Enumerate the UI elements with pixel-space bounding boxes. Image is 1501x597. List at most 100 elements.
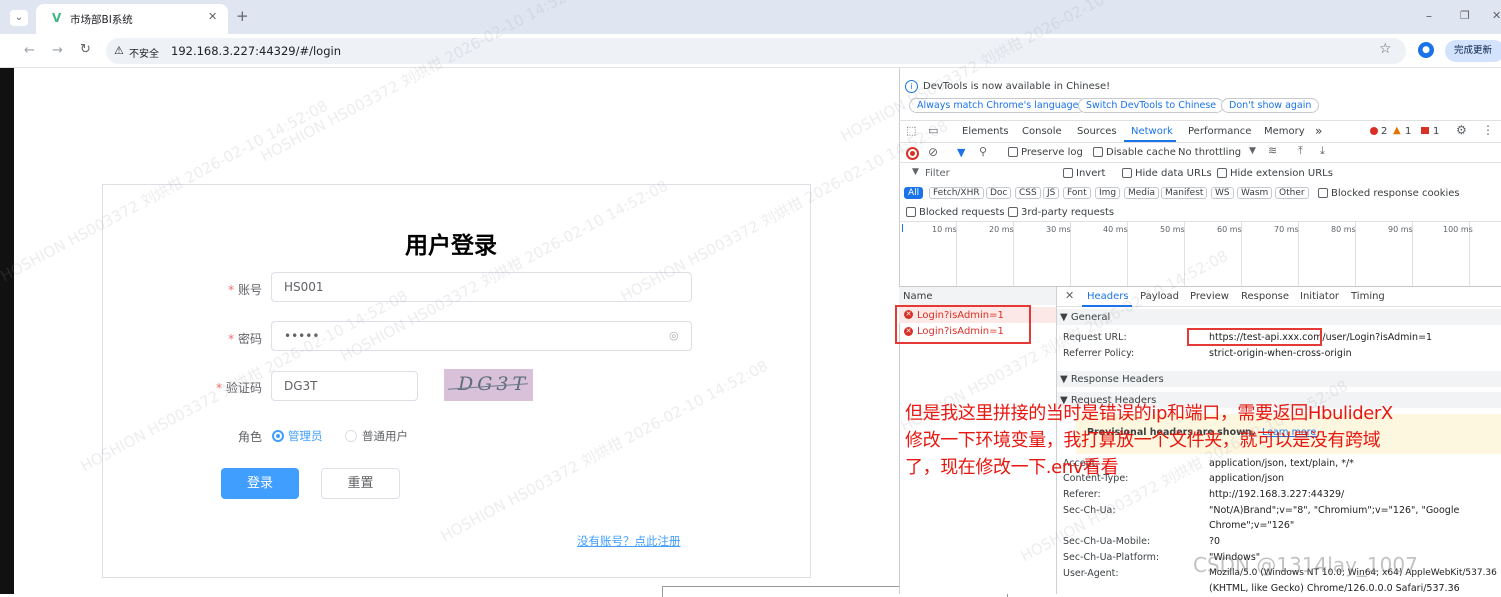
chip-media[interactable]: Media xyxy=(1124,187,1160,199)
hide-data-urls-checkbox[interactable]: Hide data URLs xyxy=(1122,168,1212,179)
forward-icon[interactable]: → xyxy=(52,44,63,57)
radio-user[interactable] xyxy=(345,430,357,442)
error-icon[interactable] xyxy=(1370,127,1378,135)
chip-css[interactable]: CSS xyxy=(1015,187,1041,199)
timeline-tick: 50 ms xyxy=(1160,225,1185,234)
chip-other[interactable]: Other xyxy=(1275,187,1309,199)
detail-tab-headers[interactable]: Headers xyxy=(1087,291,1129,302)
header-name: Referer: xyxy=(1063,489,1101,500)
radio-admin-label[interactable]: 管理员 xyxy=(288,428,323,444)
new-tab-button[interactable]: + xyxy=(236,9,249,24)
record-icon[interactable] xyxy=(906,147,919,160)
detail-tab-response[interactable]: Response xyxy=(1241,291,1289,302)
eye-hidden-icon[interactable]: ◎ xyxy=(669,329,679,342)
chip-wasm[interactable]: Wasm xyxy=(1237,187,1273,199)
tab-elements[interactable]: Elements xyxy=(962,126,1009,137)
detail-tab-timing[interactable]: Timing xyxy=(1351,291,1385,302)
chip-ws[interactable]: WS xyxy=(1211,187,1234,199)
chevron-down-icon[interactable]: ▼ xyxy=(1249,147,1256,156)
preserve-log-checkbox[interactable]: Preserve log xyxy=(1008,147,1083,158)
chip-all[interactable]: All xyxy=(904,187,924,199)
search-icon[interactable]: ⚲ xyxy=(979,146,987,157)
wifi-icon[interactable]: ≋ xyxy=(1268,145,1277,156)
settings-gear-icon[interactable]: ⚙ xyxy=(1456,124,1467,136)
inspect-icon[interactable]: ⬚ xyxy=(906,125,916,136)
match-language-button[interactable]: Always match Chrome's language xyxy=(909,98,1087,113)
captcha-image[interactable]: DG3T xyxy=(444,369,533,401)
update-button[interactable]: 完成更新 xyxy=(1445,40,1501,62)
response-headers-section[interactable]: ▼ Response Headers xyxy=(1060,374,1164,385)
warning-icon[interactable]: ⚠ xyxy=(114,44,124,57)
profile-avatar[interactable]: ● xyxy=(1418,42,1434,58)
chip-font[interactable]: Font xyxy=(1063,187,1091,199)
chip-manifest[interactable]: Manifest xyxy=(1161,187,1208,199)
clear-icon[interactable]: ⊘ xyxy=(928,146,938,158)
bookmark-star-icon[interactable]: ☆ xyxy=(1379,42,1392,56)
hide-extension-urls-checkbox[interactable]: Hide extension URLs xyxy=(1217,168,1333,179)
timeline-overview[interactable]: 10 ms 20 ms 30 ms 40 ms 50 ms 60 ms 70 m… xyxy=(899,222,1501,286)
preserve-log-label: Preserve log xyxy=(1021,147,1083,158)
filter-icon: ▼ xyxy=(912,167,919,177)
filter-input[interactable]: Filter xyxy=(925,168,950,179)
header-value: http://192.168.3.227:44329/ xyxy=(1209,489,1345,500)
url-text[interactable]: 192.168.3.227:44329/#/login xyxy=(171,44,341,58)
blocked-response-cookies-checkbox[interactable]: Blocked response cookies xyxy=(1318,188,1460,199)
reset-button[interactable]: 重置 xyxy=(321,468,400,499)
radio-admin[interactable] xyxy=(272,430,284,442)
detail-tab-initiator[interactable]: Initiator xyxy=(1300,291,1339,302)
active-detail-tab-indicator xyxy=(1082,305,1132,307)
general-section-bar[interactable] xyxy=(1057,309,1501,325)
close-detail-icon[interactable]: ✕ xyxy=(1065,290,1074,301)
minimize-icon[interactable]: – xyxy=(1426,10,1432,22)
export-icon[interactable]: ⤓ xyxy=(1320,145,1325,156)
blocked-requests-checkbox[interactable]: Blocked requests xyxy=(906,207,1005,218)
restore-icon[interactable]: ❐ xyxy=(1460,10,1470,21)
device-toolbar-icon[interactable]: ▭ xyxy=(928,125,938,136)
chip-fetch-xhr[interactable]: Fetch/XHR xyxy=(929,187,984,199)
password-input[interactable]: ••••• xyxy=(271,321,692,351)
captcha-label-text: 验证码 xyxy=(225,381,262,395)
filter-funnel-icon[interactable]: ▼ xyxy=(957,146,965,159)
back-icon[interactable]: ← xyxy=(24,44,35,57)
chip-doc[interactable]: Doc xyxy=(986,187,1012,199)
kebab-menu-icon[interactable]: ⋮ xyxy=(1482,124,1494,136)
warning-count[interactable]: 1 xyxy=(1405,126,1411,137)
tab-memory[interactable]: Memory xyxy=(1264,126,1305,137)
close-tab-icon[interactable]: ✕ xyxy=(208,11,217,22)
switch-chinese-button[interactable]: Switch DevTools to Chinese xyxy=(1078,98,1225,113)
captcha-input[interactable]: DG3T xyxy=(271,371,418,401)
divider xyxy=(899,142,1501,143)
disable-cache-checkbox[interactable]: Disable cache xyxy=(1093,147,1176,158)
vue-logo-icon: V xyxy=(52,11,62,25)
throttling-select[interactable]: No throttling xyxy=(1178,147,1241,158)
name-header: Name xyxy=(903,291,933,302)
invert-checkbox[interactable]: Invert xyxy=(1063,168,1105,179)
issue-count[interactable]: 1 xyxy=(1433,126,1439,137)
account-input[interactable]: HS001 xyxy=(271,272,692,302)
register-link[interactable]: 没有账号？点此注册 xyxy=(577,533,681,549)
account-label: * 账号 xyxy=(215,281,262,298)
close-window-icon[interactable]: ✕ xyxy=(1492,10,1501,21)
warning-triangle-icon[interactable]: ▲ xyxy=(1393,125,1401,136)
detail-tab-payload[interactable]: Payload xyxy=(1140,291,1179,302)
login-button[interactable]: 登录 xyxy=(221,468,299,499)
third-party-requests-checkbox[interactable]: 3rd-party requests xyxy=(1008,207,1114,218)
more-tabs-icon[interactable]: » xyxy=(1315,124,1322,138)
dont-show-again-button[interactable]: Don't show again xyxy=(1221,98,1320,113)
tab-search-icon[interactable]: ⌄ xyxy=(10,10,28,26)
left-edge-bar xyxy=(0,68,14,594)
reload-icon[interactable]: ↻ xyxy=(80,43,91,56)
tab-sources[interactable]: Sources xyxy=(1077,126,1117,137)
general-section[interactable]: ▼ General xyxy=(1060,312,1110,323)
tab-console[interactable]: Console xyxy=(1022,126,1062,137)
error-count[interactable]: 2 xyxy=(1381,126,1387,137)
tab-performance[interactable]: Performance xyxy=(1188,126,1251,137)
tab-network[interactable]: Network xyxy=(1131,126,1173,137)
chip-js[interactable]: JS xyxy=(1043,187,1060,199)
detail-tab-preview[interactable]: Preview xyxy=(1190,291,1229,302)
chip-img[interactable]: Img xyxy=(1095,187,1121,199)
import-icon[interactable]: ⤒ xyxy=(1298,145,1303,156)
issues-icon[interactable] xyxy=(1421,127,1429,134)
radio-user-label[interactable]: 普通用户 xyxy=(362,428,408,444)
insecure-label[interactable]: 不安全 xyxy=(129,45,159,60)
